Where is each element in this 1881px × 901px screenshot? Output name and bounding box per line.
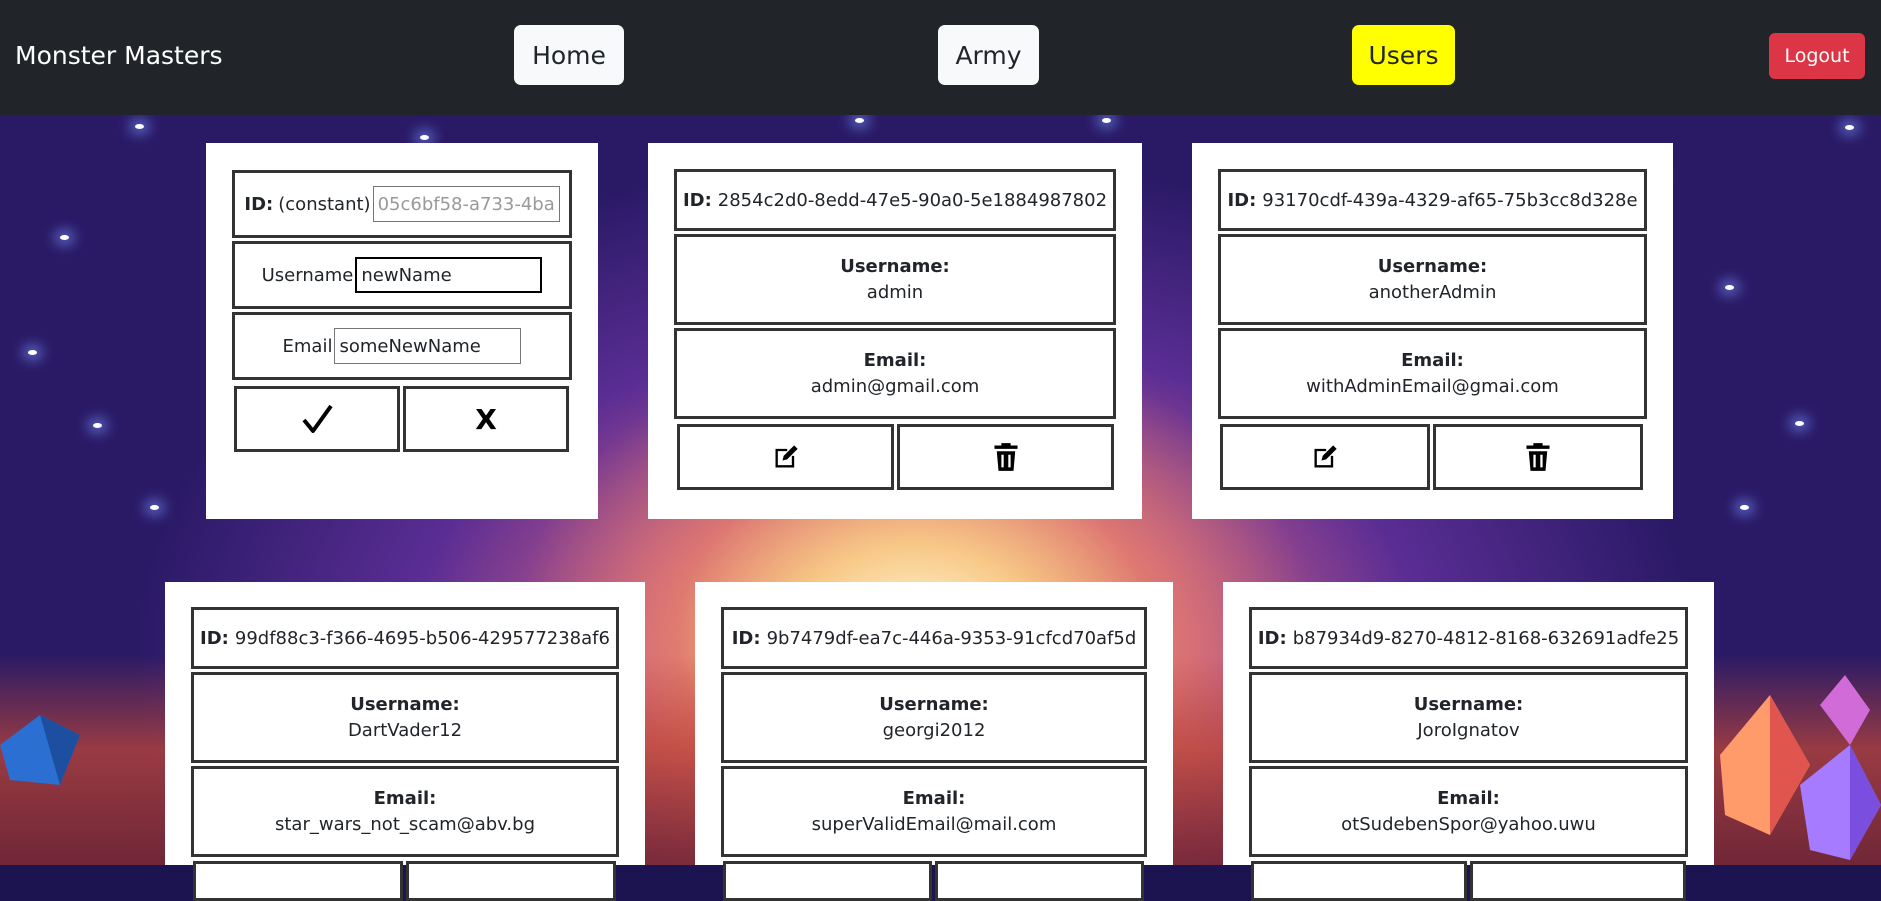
navbar: Monster Masters Home Army Users Logout bbox=[0, 0, 1881, 115]
email-field: Email: admin@gmail.com bbox=[674, 328, 1116, 419]
background-star bbox=[1740, 505, 1749, 510]
nav-users-button[interactable]: Users bbox=[1352, 25, 1455, 85]
user-id: ID: 99df88c3-f366-4695-b506-429577238af6 bbox=[191, 607, 619, 669]
user-id: ID: 2854c2d0-8edd-47e5-90a0-5e1884987802 bbox=[674, 169, 1116, 231]
nav-home-button[interactable]: Home bbox=[514, 25, 624, 85]
username-value: JoroIgnatov bbox=[1417, 720, 1520, 741]
background-star bbox=[28, 350, 37, 355]
delete-user-button[interactable] bbox=[1433, 424, 1643, 490]
app-brand[interactable]: Monster Masters bbox=[15, 40, 223, 72]
background-star bbox=[135, 124, 144, 129]
email-label: Email: bbox=[902, 788, 966, 809]
background-star bbox=[1725, 285, 1734, 290]
edit-user-button[interactable] bbox=[723, 861, 932, 901]
username-field: Username: admin bbox=[674, 234, 1116, 325]
username-edit-field: Username bbox=[232, 241, 572, 309]
trash-icon bbox=[993, 443, 1018, 471]
cancel-edit-button[interactable]: X bbox=[403, 386, 569, 452]
email-field: Email: star_wars_not_scam@abv.bg bbox=[191, 766, 619, 857]
user-card: ID: 93170cdf-439a-4329-af65-75b3cc8d328e … bbox=[1192, 143, 1673, 519]
username-label: Username: bbox=[350, 694, 460, 715]
confirm-edit-button[interactable] bbox=[234, 386, 400, 452]
user-id-field: ID: (constant) bbox=[232, 170, 572, 238]
delete-user-button[interactable] bbox=[897, 424, 1114, 490]
user-card: ID: b87934d9-8270-4812-8168-632691adfe25 … bbox=[1223, 582, 1714, 901]
delete-user-button[interactable] bbox=[935, 861, 1144, 901]
background-star bbox=[93, 423, 102, 428]
id-label: ID: bbox=[200, 627, 229, 649]
email-value: superValidEmail@mail.com bbox=[811, 814, 1057, 835]
email-label: Email bbox=[282, 335, 333, 357]
id-value: 99df88c3-f366-4695-b506-429577238af6 bbox=[234, 627, 610, 649]
background-star bbox=[1102, 118, 1111, 123]
email-edit-field: Email bbox=[232, 312, 572, 380]
logout-button[interactable]: Logout bbox=[1769, 33, 1865, 79]
id-constant-note: (constant) bbox=[278, 193, 371, 215]
id-label: ID: bbox=[731, 627, 761, 649]
nav-army-button[interactable]: Army bbox=[938, 25, 1039, 85]
id-value: 93170cdf-439a-4329-af65-75b3cc8d328e bbox=[1262, 189, 1638, 211]
user-id: ID: 93170cdf-439a-4329-af65-75b3cc8d328e bbox=[1218, 169, 1647, 231]
user-card: ID: 2854c2d0-8edd-47e5-90a0-5e1884987802 … bbox=[648, 143, 1142, 519]
background-star bbox=[150, 505, 159, 510]
email-field: Email: otSudebenSpor@yahoo.uwu bbox=[1249, 766, 1688, 857]
id-input[interactable] bbox=[372, 186, 560, 222]
username-field: Username: georgi2012 bbox=[721, 672, 1147, 763]
username-field: Username: DartVader12 bbox=[191, 672, 619, 763]
username-value: DartVader12 bbox=[347, 720, 463, 741]
cancel-label: X bbox=[475, 402, 497, 436]
email-field: Email: superValidEmail@mail.com bbox=[721, 766, 1147, 857]
id-value: 2854c2d0-8edd-47e5-90a0-5e1884987802 bbox=[717, 189, 1108, 211]
username-value: anotherAdmin bbox=[1368, 282, 1497, 303]
email-value: star_wars_not_scam@abv.bg bbox=[275, 814, 535, 835]
delete-user-button[interactable] bbox=[1470, 861, 1686, 901]
edit-user-button[interactable] bbox=[677, 424, 894, 490]
email-value: otSudebenSpor@yahoo.uwu bbox=[1341, 814, 1596, 835]
id-value: 9b7479df-ea7c-446a-9353-91cfcd70af5d bbox=[766, 627, 1137, 649]
username-field: Username: anotherAdmin bbox=[1218, 234, 1647, 325]
background-star bbox=[855, 118, 864, 123]
username-input[interactable] bbox=[355, 257, 543, 293]
background-star bbox=[420, 135, 429, 140]
username-label: Username: bbox=[840, 256, 950, 277]
id-label: ID: bbox=[1227, 189, 1257, 211]
email-field: Email: withAdminEmail@gmai.com bbox=[1218, 328, 1647, 419]
background-star bbox=[60, 235, 69, 240]
user-edit-card: ID: (constant) Username Email X bbox=[206, 143, 598, 519]
trash-icon bbox=[1526, 443, 1550, 471]
username-field: Username: JoroIgnatov bbox=[1249, 672, 1688, 763]
user-id: ID: 9b7479df-ea7c-446a-9353-91cfcd70af5d bbox=[721, 607, 1147, 669]
edit-user-button[interactable] bbox=[1220, 424, 1430, 490]
checkmark-icon bbox=[302, 404, 333, 433]
background-star bbox=[1795, 421, 1804, 426]
edit-icon bbox=[1314, 445, 1337, 468]
email-value: withAdminEmail@gmai.com bbox=[1306, 376, 1559, 397]
email-value: admin@gmail.com bbox=[810, 376, 980, 397]
email-label: Email: bbox=[1401, 350, 1464, 371]
email-label: Email: bbox=[1437, 788, 1500, 809]
crystal-left-decoration bbox=[0, 715, 80, 785]
username-label: Username: bbox=[1377, 256, 1488, 277]
id-value: b87934d9-8270-4812-8168-632691adfe25 bbox=[1292, 627, 1680, 649]
edit-user-button[interactable] bbox=[1251, 861, 1467, 901]
email-input[interactable] bbox=[334, 328, 522, 364]
username-label: Username: bbox=[1413, 694, 1524, 715]
username-label: Username bbox=[261, 264, 354, 286]
id-label: ID: bbox=[682, 189, 712, 211]
email-label: Email: bbox=[863, 350, 927, 371]
user-card: ID: 99df88c3-f366-4695-b506-429577238af6 … bbox=[165, 582, 645, 901]
background-star bbox=[1845, 125, 1854, 130]
id-label: ID: bbox=[244, 193, 274, 215]
id-label: ID: bbox=[1257, 627, 1287, 649]
user-card: ID: 9b7479df-ea7c-446a-9353-91cfcd70af5d … bbox=[695, 582, 1173, 901]
username-label: Username: bbox=[879, 694, 989, 715]
user-id: ID: b87934d9-8270-4812-8168-632691adfe25 bbox=[1249, 607, 1688, 669]
delete-user-button[interactable] bbox=[406, 861, 616, 901]
crystal-right-decoration bbox=[1720, 675, 1881, 860]
username-value: admin bbox=[866, 282, 924, 303]
edit-user-button[interactable] bbox=[193, 861, 403, 901]
email-label: Email: bbox=[373, 788, 437, 809]
edit-icon bbox=[775, 445, 798, 468]
username-value: georgi2012 bbox=[882, 720, 986, 741]
